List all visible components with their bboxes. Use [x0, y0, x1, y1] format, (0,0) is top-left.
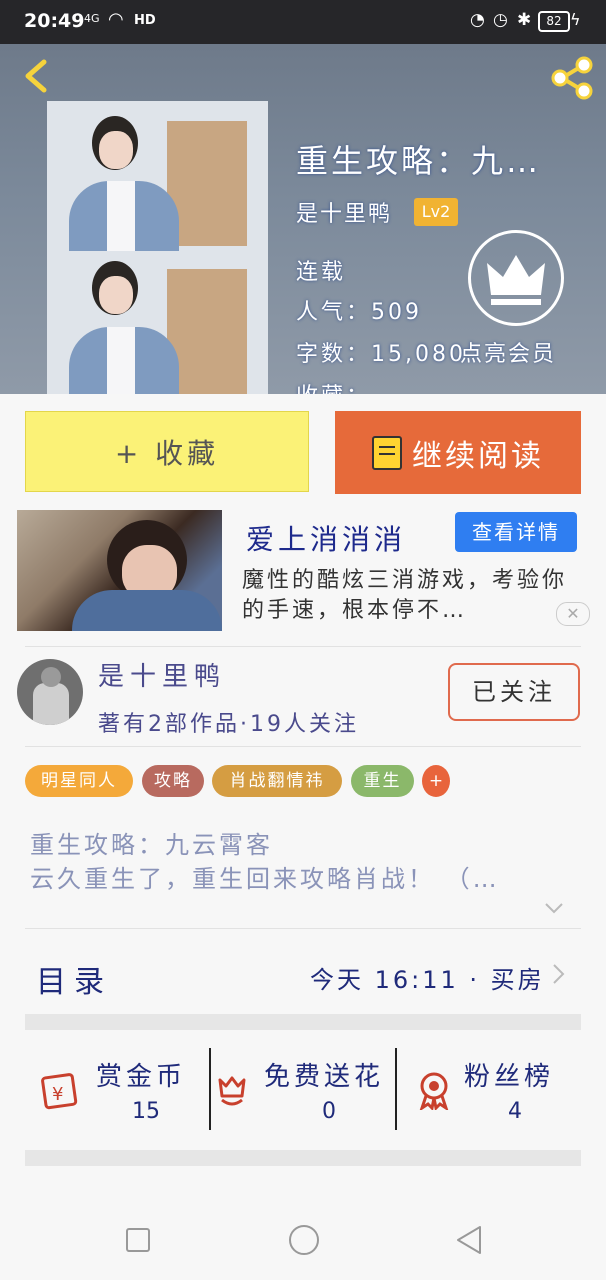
author-level-badge: Lv2 — [414, 198, 458, 226]
back-arrow-icon — [25, 59, 47, 93]
hd-indicator: HD — [134, 13, 156, 28]
book-icon — [372, 435, 402, 470]
tag-item[interactable]: 重生 — [351, 765, 414, 797]
book-header: 重生攻略：九… 是十里鸭 Lv2 连载 人气：509 字数：15,080 收藏：… — [0, 44, 606, 394]
serial-status: 连载 — [296, 260, 347, 285]
network-indicator: 4G — [84, 12, 100, 25]
system-navigation-bar — [0, 1192, 606, 1280]
home-icon[interactable] — [286, 1222, 322, 1258]
divider — [25, 928, 581, 929]
section-separator — [25, 1150, 581, 1166]
author-stats: 著有2部作品·19人关注 — [98, 712, 359, 737]
tag-item[interactable]: 明星同人 — [25, 765, 133, 797]
continue-reading-label: 继续阅读 — [412, 438, 544, 474]
status-bar: 20:49 4G ◠ HD ◔ ◷ ✱ 82 ϟ — [0, 0, 606, 44]
author-avatar[interactable] — [17, 659, 83, 725]
fan-ranking-label: 粉丝榜 — [464, 1062, 555, 1092]
wifi-icon: ◠ — [108, 9, 124, 30]
synopsis-line: 重生攻略：九云霄客 — [30, 831, 273, 859]
book-cover[interactable] — [47, 101, 268, 394]
back-button[interactable] — [18, 56, 58, 96]
free-flower-label: 免费送花 — [264, 1062, 385, 1092]
author-link[interactable]: 是十里鸭 — [296, 196, 392, 228]
share-button[interactable] — [548, 56, 596, 100]
vip-label[interactable]: 点亮会员 — [460, 336, 556, 368]
collect-count: 收藏： — [296, 378, 371, 394]
medal-icon — [419, 1072, 449, 1110]
svg-text:¥: ¥ — [52, 1084, 63, 1105]
reward-coin-value: 15 — [132, 1099, 160, 1124]
catalog-latest-update: 今天 16:11 · 买房 — [310, 966, 545, 994]
vertical-divider — [209, 1048, 211, 1130]
divider — [25, 646, 581, 647]
flower-icon — [218, 1076, 246, 1106]
ad-close-button[interactable]: ✕ — [556, 602, 590, 626]
cover-photo-top — [47, 101, 268, 251]
ad-image[interactable] — [17, 510, 222, 631]
back-nav-icon[interactable] — [454, 1224, 484, 1256]
charging-icon: ϟ — [570, 10, 581, 29]
ad-detail-button[interactable]: 查看详情 — [455, 512, 577, 552]
crown-icon — [487, 255, 545, 305]
synopsis-line: 云久重生了，重生回来攻略肖战！ （… — [30, 865, 500, 893]
battery-icon: 82 — [538, 11, 570, 32]
tag-item[interactable]: 肖战翻情祎 — [212, 765, 342, 797]
bluetooth-icon: ✱ — [517, 10, 532, 30]
book-detail-content: + 收藏 继续阅读 爱上消消消 查看详情 魔性的酷炫三消游戏，考验你的手速，根本… — [0, 394, 606, 1192]
ad-description: 魔性的酷炫三消游戏，考验你的手速，根本停不… — [242, 568, 568, 623]
chevron-down-icon[interactable] — [544, 898, 564, 918]
vertical-divider — [395, 1048, 397, 1130]
ad-title[interactable]: 爱上消消消 — [246, 518, 406, 558]
fan-ranking-value: 4 — [508, 1099, 522, 1124]
section-separator — [25, 1014, 581, 1030]
collect-button[interactable]: + 收藏 — [25, 411, 309, 492]
tag-item[interactable]: 攻略 — [142, 765, 204, 797]
vip-crown-button[interactable] — [468, 230, 564, 326]
share-icon — [551, 56, 593, 100]
cover-photo-bottom — [47, 249, 268, 394]
status-time: 20:49 — [24, 10, 85, 32]
popularity-count: 人气：509 — [296, 300, 422, 325]
continue-reading-button[interactable]: 继续阅读 — [335, 411, 581, 494]
collect-label: + 收藏 — [114, 436, 220, 470]
alarm-icon: ◷ — [493, 10, 508, 30]
synopsis[interactable]: 重生攻略：九云霄客 云久重生了，重生回来攻略肖战！ （… — [30, 828, 570, 896]
reward-coin-label: 赏金币 — [96, 1062, 187, 1092]
follow-button[interactable]: 已关注 — [448, 663, 580, 721]
reward-coin-icon: ¥ — [41, 1073, 78, 1110]
divider — [25, 746, 581, 747]
author-name[interactable]: 是十里鸭 — [98, 656, 226, 693]
add-tag-button[interactable]: + — [422, 765, 450, 797]
catalog-row[interactable]: 目录 今天 16:11 · 买房 — [0, 934, 606, 1014]
catalog-label: 目录 — [36, 965, 112, 1000]
recent-apps-icon[interactable] — [124, 1226, 152, 1254]
book-title: 重生攻略：九… — [296, 142, 542, 180]
chevron-right-icon — [548, 962, 568, 986]
lock-rotation-icon: ◔ — [470, 10, 485, 30]
word-count: 字数：15,080 — [296, 342, 466, 367]
free-flower-value: 0 — [322, 1099, 336, 1124]
